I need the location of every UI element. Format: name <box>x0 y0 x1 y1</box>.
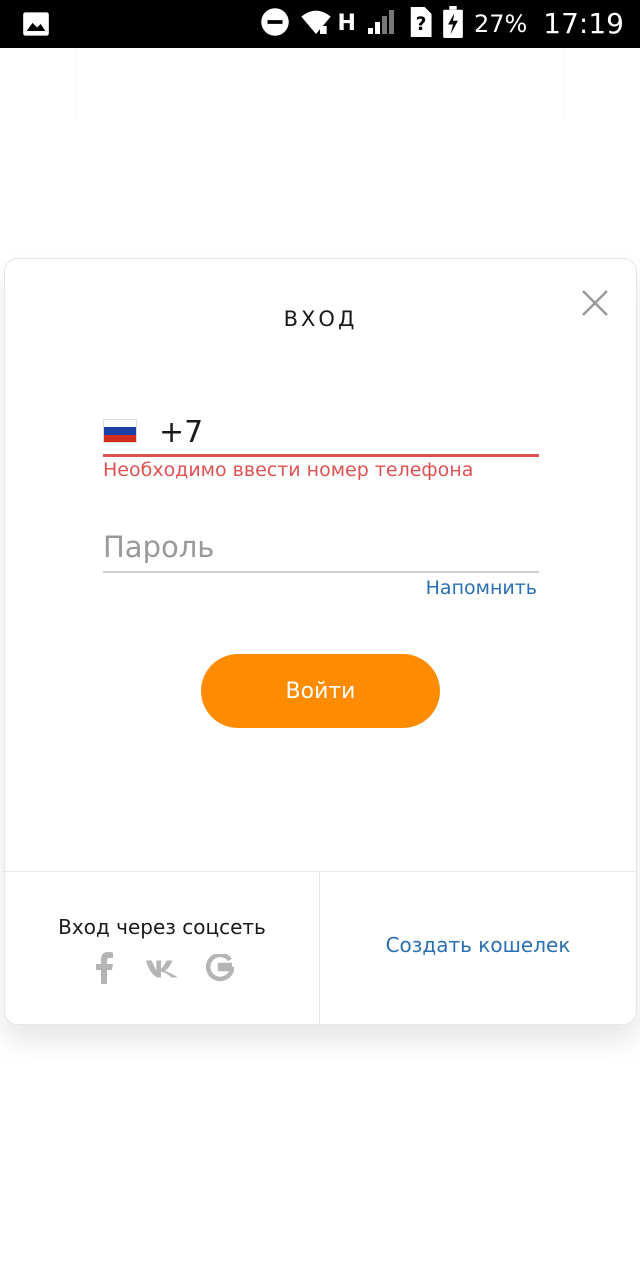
phone-field[interactable] <box>103 409 539 457</box>
vk-icon[interactable] <box>145 951 179 985</box>
network-type-label: H <box>337 11 356 36</box>
phone-input[interactable] <box>159 413 529 451</box>
footer-divider <box>5 871 636 872</box>
wifi-icon <box>300 8 332 40</box>
battery-percent: 27% <box>473 10 528 38</box>
facebook-icon[interactable] <box>87 951 121 985</box>
sim-unknown-icon: ? <box>408 7 432 41</box>
status-bar: H ? 27% 17:19 <box>0 0 640 48</box>
battery-charging-icon <box>442 6 464 42</box>
social-login-icons <box>5 951 319 985</box>
google-icon[interactable] <box>203 951 237 985</box>
phone-error-message: Необходимо ввести номер телефона <box>103 459 474 481</box>
clock: 17:19 <box>543 7 624 40</box>
login-dialog: ВХОД Необходимо ввести номер телефона На… <box>4 258 637 1025</box>
login-button[interactable]: Войти <box>201 654 440 728</box>
gallery-notification-icon <box>22 10 50 42</box>
svg-text:?: ? <box>416 14 427 35</box>
close-icon[interactable] <box>579 287 611 319</box>
create-wallet-link[interactable]: Создать кошелек <box>320 933 636 957</box>
do-not-disturb-icon <box>260 7 290 41</box>
password-field[interactable] <box>103 523 539 573</box>
remind-password-link[interactable]: Напомнить <box>426 577 537 599</box>
background-header-area <box>76 48 564 120</box>
russia-flag-icon[interactable] <box>103 419 137 443</box>
dialog-title: ВХОД <box>283 307 358 331</box>
signal-icon <box>366 8 398 40</box>
social-login-title: Вход через соцсеть <box>58 915 266 939</box>
password-input[interactable] <box>103 527 533 567</box>
